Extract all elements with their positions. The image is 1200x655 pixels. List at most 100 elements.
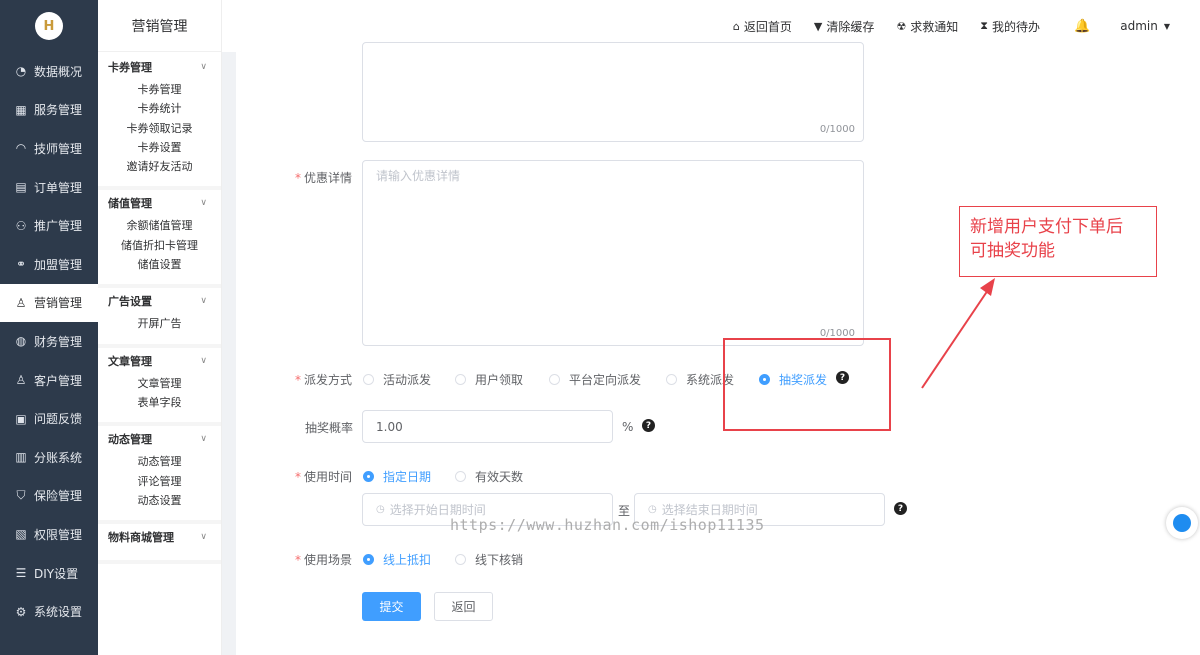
bell-icon[interactable]: 🔔 bbox=[1074, 19, 1090, 34]
header-link-label: 返回首页 bbox=[743, 19, 792, 34]
gear-icon: ⚙ bbox=[15, 604, 27, 619]
sidebar-item-label: 客户管理 bbox=[34, 373, 83, 388]
submenu-title: 营销管理 bbox=[98, 0, 221, 52]
probability-input[interactable]: 1.00 bbox=[362, 410, 613, 443]
header-link[interactable]: ☢ 求救通知 bbox=[896, 18, 958, 35]
watermark: https://www.huzhan.com/ishop11135 bbox=[450, 516, 765, 534]
form-panel: 0/1000 * 优惠详情 请输入优惠详情 0/1000 * 派发方式 活动派发 用… bbox=[236, 42, 1200, 655]
header-link[interactable]: ▼ 清除缓存 bbox=[814, 18, 874, 35]
dispatch-radio-activity[interactable]: 活动派发 bbox=[363, 371, 431, 388]
submenu-group: 物料商城管理 ∨ bbox=[98, 524, 221, 565]
submenu-item[interactable]: 卡券领取记录 bbox=[98, 119, 221, 138]
sidebar-item-label: 问题反馈 bbox=[34, 412, 83, 427]
submenu-item[interactable]: 表单字段 bbox=[98, 393, 221, 412]
submenu-item[interactable]: 动态设置 bbox=[98, 491, 221, 510]
sidebar-item[interactable]: ◍ 财务管理 bbox=[0, 322, 98, 361]
sidebar-item[interactable]: ▥ 分账系统 bbox=[0, 438, 98, 477]
brush-icon: ▼ bbox=[813, 19, 823, 33]
clock-icon: ◷ bbox=[376, 504, 385, 515]
sidebar-item[interactable]: ▣ 问题反馈 bbox=[0, 399, 98, 438]
highlight-box bbox=[723, 338, 891, 431]
back-button[interactable]: 返回 bbox=[434, 592, 493, 621]
submenu-item[interactable]: 储值折扣卡管理 bbox=[98, 236, 221, 255]
submenu-group-header[interactable]: 卡券管理 ∨ bbox=[98, 54, 221, 80]
chat-icon bbox=[1173, 514, 1191, 532]
chevron-down-icon: ∨ bbox=[200, 532, 207, 543]
bar-chart-icon: ▥ bbox=[15, 450, 27, 465]
chevron-down-icon: ∨ bbox=[200, 62, 207, 72]
sidebar-item[interactable]: ⚇ 推广管理 bbox=[0, 206, 98, 245]
clipboard-icon: ▤ bbox=[15, 180, 27, 195]
sidebar-item[interactable]: ♙ 客户管理 bbox=[0, 361, 98, 400]
submenu-group: 动态管理 ∨ 动态管理 评论管理 动态设置 bbox=[98, 426, 221, 525]
submenu-group-label: 卡券管理 bbox=[108, 61, 152, 74]
description-textarea[interactable]: 0/1000 bbox=[362, 42, 864, 142]
submenu-group-header[interactable]: 广告设置 ∨ bbox=[98, 288, 221, 314]
annotation-note: 新增用户支付下单后 可抽奖功能 bbox=[959, 206, 1157, 277]
caret-down-icon: ▼ bbox=[1163, 21, 1170, 31]
submit-button[interactable]: 提交 bbox=[362, 592, 421, 621]
logo-area: H bbox=[0, 0, 98, 52]
submenu-item[interactable]: 评论管理 bbox=[98, 472, 221, 491]
floating-help-button[interactable] bbox=[1166, 507, 1198, 539]
submenu-group-header[interactable]: 储值管理 ∨ bbox=[98, 190, 221, 216]
submenu-item[interactable]: 卡券管理 bbox=[98, 80, 221, 99]
header-link[interactable]: ⌂ 返回首页 bbox=[733, 18, 792, 35]
char-counter: 0/1000 bbox=[819, 124, 855, 135]
sidebar-item[interactable]: ◔ 数据概况 bbox=[0, 52, 98, 91]
sidebar-item[interactable]: ▧ 权限管理 bbox=[0, 515, 98, 554]
pie-chart-icon: ◔ bbox=[15, 64, 27, 79]
sidebar-item[interactable]: ⚭ 加盟管理 bbox=[0, 245, 98, 284]
dispatch-radio-platform[interactable]: 平台定向派发 bbox=[549, 371, 641, 388]
header-link[interactable]: ⧗ 我的待办 bbox=[980, 18, 1040, 35]
submenu-group-label: 物料商城管理 bbox=[108, 531, 174, 545]
time-radio-fixed-date[interactable]: 指定日期 bbox=[363, 468, 431, 485]
radio-dot bbox=[363, 374, 374, 385]
percent-unit: % bbox=[622, 420, 634, 434]
sidebar-item-label: 订单管理 bbox=[34, 180, 83, 195]
sidebar-item-label: DIY设置 bbox=[34, 566, 79, 581]
network-icon: ⚇ bbox=[15, 218, 27, 233]
detail-textarea[interactable]: 请输入优惠详情 0/1000 bbox=[362, 160, 864, 346]
time-help-icon[interactable]: ? bbox=[894, 502, 907, 515]
sidebar-item[interactable]: ♙ 营销管理 bbox=[0, 283, 98, 323]
scene-radio-online[interactable]: 线上抵扣 bbox=[363, 551, 431, 568]
sidebar-item[interactable]: ⚙ 系统设置 bbox=[0, 592, 98, 631]
sidebar-item-label: 分账系统 bbox=[34, 450, 83, 465]
radio-dot bbox=[666, 374, 677, 385]
submenu-item[interactable]: 文章管理 bbox=[98, 374, 221, 393]
submenu-group-header[interactable]: 动态管理 ∨ bbox=[98, 426, 221, 452]
submenu-item[interactable]: 储值设置 bbox=[98, 255, 221, 274]
submenu-item[interactable]: 余额储值管理 bbox=[98, 216, 221, 235]
main-sidebar: H ◔ 数据概况 ▦ 服务管理 ◠ 技师管理 ▤ 订单管理 ⚇ 推广管理 ⚭ 加盟管理 ♙ 营销管理 ◍ 财务… bbox=[0, 0, 98, 655]
chevron-down-icon: ∨ bbox=[200, 296, 207, 307]
submenu-item[interactable]: 动态管理 bbox=[98, 452, 221, 471]
submenu-item[interactable]: 开屏广告 bbox=[98, 314, 221, 333]
sidebar-item[interactable]: ▦ 服务管理 bbox=[0, 91, 98, 130]
clock-icon: ◷ bbox=[648, 504, 657, 515]
probability-help-icon[interactable]: ? bbox=[642, 419, 655, 432]
scene-radio-offline[interactable]: 线下核销 bbox=[455, 551, 523, 568]
sidebar-item[interactable]: ◠ 技师管理 bbox=[0, 129, 98, 168]
submenu: 营销管理 卡券管理 ∨ 卡券管理 卡券统计 卡券领取记录 卡券设置 邀请好友活动 储值管理 ∨ 余… bbox=[98, 0, 222, 655]
sidebar-item[interactable]: ⛉ 保险管理 bbox=[0, 477, 98, 516]
annotation-line-2: 可抽奖功能 bbox=[970, 241, 1055, 261]
submenu-item[interactable]: 卡券统计 bbox=[98, 99, 221, 118]
logo[interactable]: H bbox=[35, 12, 63, 40]
sidebar-item[interactable]: ☰ DIY设置 bbox=[0, 554, 98, 593]
header-link-label: 求救通知 bbox=[910, 19, 959, 34]
shield-icon: ⛉ bbox=[16, 488, 26, 503]
user-menu[interactable]: admin ▼ bbox=[1120, 19, 1170, 33]
dispatch-radio-user-claim[interactable]: 用户领取 bbox=[455, 371, 523, 388]
submenu-item[interactable]: 卡券设置 bbox=[98, 138, 221, 157]
header-link-label: 清除缓存 bbox=[826, 19, 875, 34]
sidebar-item[interactable]: ▤ 订单管理 bbox=[0, 168, 98, 207]
annotation-line-1: 新增用户支付下单后 bbox=[970, 217, 1123, 237]
username: admin bbox=[1120, 19, 1158, 33]
time-radio-valid-days[interactable]: 有效天数 bbox=[455, 468, 523, 485]
submenu-group-header[interactable]: 物料商城管理 ∨ bbox=[98, 524, 221, 550]
probability-value: 1.00 bbox=[376, 419, 403, 434]
detail-label: * 优惠详情 bbox=[294, 171, 352, 185]
submenu-group-header[interactable]: 文章管理 ∨ bbox=[98, 348, 221, 374]
submenu-item[interactable]: 邀请好友活动 bbox=[98, 157, 221, 176]
